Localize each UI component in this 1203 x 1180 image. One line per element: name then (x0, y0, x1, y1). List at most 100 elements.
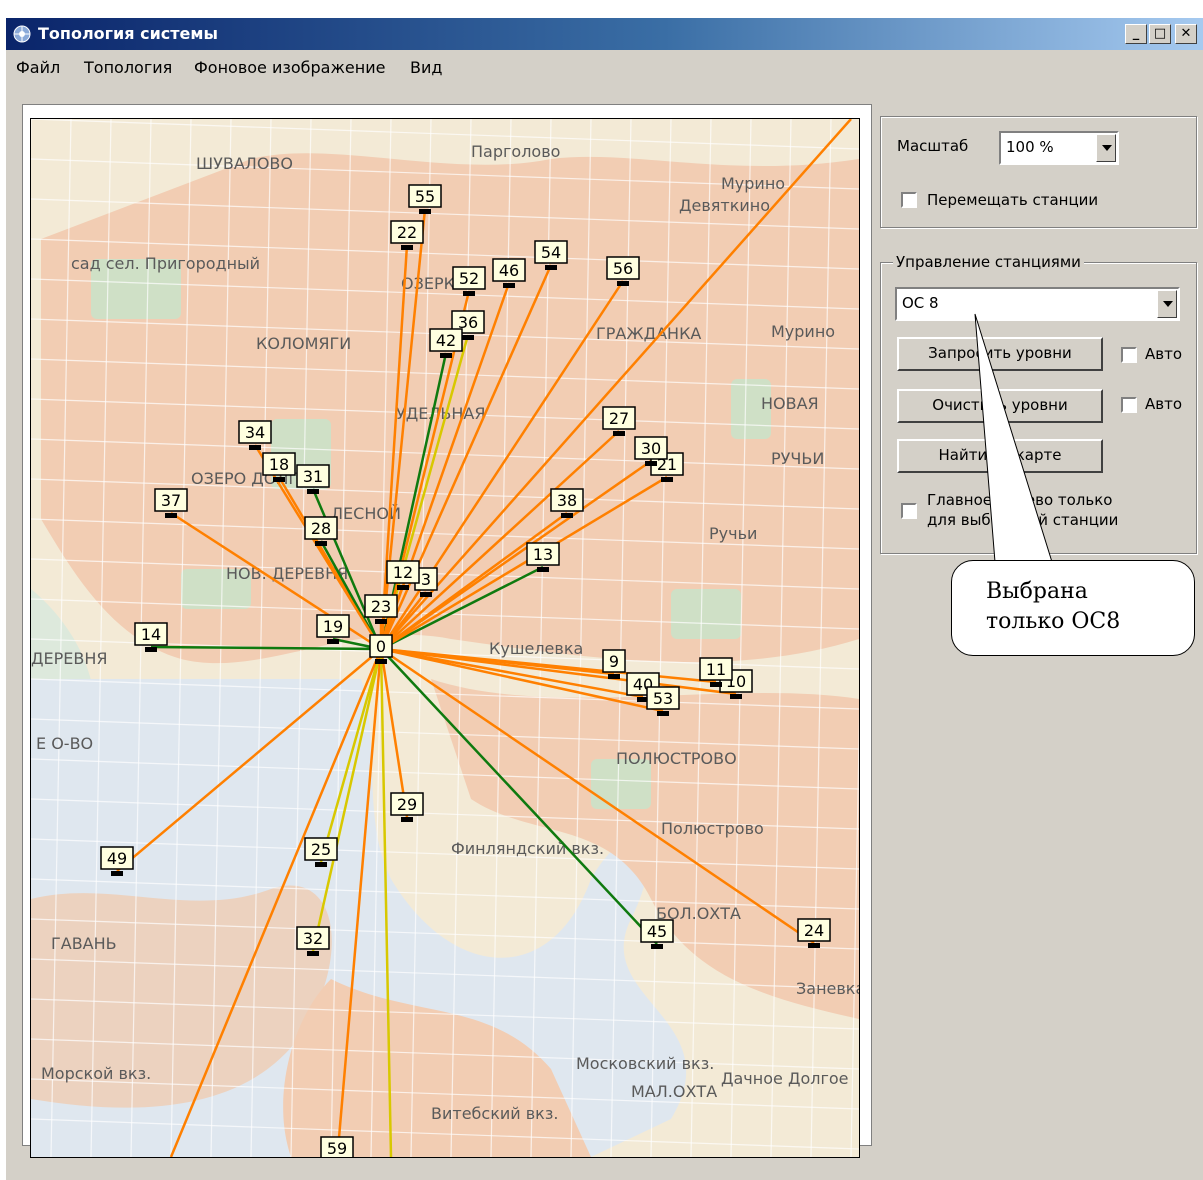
station-45-label: 45 (647, 922, 667, 941)
place-label: Ручьи (709, 524, 757, 543)
station-37-label: 37 (161, 491, 181, 510)
place-label: Финляндский вкз. (451, 839, 604, 858)
place-label: Кушелевка (489, 639, 583, 658)
station-46-label: 46 (499, 261, 519, 280)
station-37-icon (165, 513, 177, 518)
close-button[interactable]: ✕ (1175, 24, 1197, 44)
station-52-icon (463, 291, 475, 296)
station-24-icon (808, 943, 820, 948)
map-canvas[interactable]: ШУВАЛОВО Мурино Девяткино Парголово КОЛОМЯГИ… (31, 119, 859, 1157)
station-22-label: 22 (397, 223, 417, 242)
move-stations-checkbox[interactable] (901, 192, 917, 208)
scale-value: 100 % (1006, 138, 1054, 156)
station-11-icon (710, 682, 722, 687)
place-label: Полюстрово (661, 819, 764, 838)
place-label: РУЧЬИ (771, 449, 824, 468)
station-19-label: 19 (323, 617, 343, 636)
menu-file[interactable]: Файл (16, 58, 60, 77)
place-label: сад сел. Пригородный (71, 254, 260, 273)
auto-clear-label: Авто (1145, 395, 1183, 413)
station-29-icon (401, 817, 413, 822)
place-label: ГРАЖДАНКА (596, 324, 701, 343)
station-54-icon (545, 265, 557, 270)
station-29-label: 29 (397, 795, 417, 814)
menu-background-image[interactable]: Фоновое изображение (194, 58, 385, 77)
callout-note: Выбрана только ОС8 (951, 560, 1195, 656)
place-label: Заневка (796, 979, 859, 998)
station-22-icon (401, 245, 413, 250)
park-area (671, 589, 741, 639)
station-49-label: 49 (107, 849, 127, 868)
topology-map[interactable]: ШУВАЛОВО Мурино Девяткино Парголово КОЛОМЯГИ… (30, 118, 860, 1158)
place-label: КОЛОМЯГИ (256, 334, 351, 353)
station-52-label: 52 (459, 269, 479, 288)
move-stations-label: Перемещать станции (927, 191, 1099, 209)
station-25-label: 25 (311, 840, 331, 859)
place-label: МАЛ.ОХТА (631, 1082, 717, 1101)
place-label: НОВАЯ (761, 394, 819, 413)
place-label: Девяткино (679, 196, 770, 215)
title-bar[interactable]: Топология системы _ □ ✕ (6, 18, 1203, 50)
scale-select[interactable]: 100 % (999, 131, 1119, 165)
station-56-label: 56 (613, 259, 633, 278)
auto-request-checkbox[interactable] (1121, 347, 1137, 363)
station-12-icon (397, 585, 409, 590)
place-label: Е О-ВО (36, 734, 93, 753)
station-36-icon (462, 335, 474, 340)
auto-request-label: Авто (1145, 345, 1183, 363)
minimize-button[interactable]: _ (1125, 24, 1147, 44)
station-53-icon (657, 711, 669, 716)
menu-view[interactable]: Вид (410, 58, 442, 77)
station-13-label: 13 (533, 545, 553, 564)
station-12-label: 12 (393, 563, 413, 582)
main-tree-checkbox[interactable] (901, 503, 917, 519)
station-14-label: 14 (141, 625, 161, 644)
station-54-label: 54 (541, 243, 561, 262)
station-11-label: 11 (706, 660, 726, 679)
station-38-label: 38 (557, 491, 577, 510)
station-24-label: 24 (804, 921, 824, 940)
callout-pointer (974, 313, 1053, 563)
place-label: Мурино (721, 174, 785, 193)
scale-panel: Масштаб 100 % Перемещать станции (880, 116, 1197, 228)
station-25-icon (315, 862, 327, 867)
maximize-button[interactable]: □ (1149, 24, 1171, 44)
place-label: Морской вкз. (41, 1064, 151, 1083)
station-49-icon (111, 871, 123, 876)
callout-line2: только ОС8 (986, 609, 1121, 634)
station-23-icon (375, 619, 387, 624)
station-55-label: 55 (415, 187, 435, 206)
station-30-icon (645, 461, 657, 466)
station-27-icon (613, 431, 625, 436)
chevron-down-icon[interactable] (1157, 290, 1177, 318)
place-label: ШУВАЛОВО (196, 154, 293, 173)
station-9-icon (608, 674, 620, 679)
station-53-label: 53 (653, 689, 673, 708)
station-9-label: 9 (609, 652, 619, 671)
place-label: Витебский вкз. (431, 1104, 558, 1123)
menu-topology[interactable]: Топология (84, 58, 172, 77)
scale-label: Масштаб (897, 137, 969, 155)
station-18-icon (273, 477, 285, 482)
station-23-label: 23 (371, 597, 391, 616)
group-title: Управление станциями (893, 253, 1084, 271)
chevron-down-icon[interactable] (1096, 134, 1116, 162)
station-42-label: 42 (436, 331, 456, 350)
station-34-icon (249, 445, 261, 450)
station-3-icon (420, 592, 432, 597)
station-10-icon (730, 694, 742, 699)
place-label: ДЕРЕВНЯ (31, 649, 108, 668)
station-55-icon (419, 209, 431, 214)
station-32-icon (307, 951, 319, 956)
place-label: ПОЛЮСТРОВО (616, 749, 737, 768)
station-45-icon (651, 944, 663, 949)
station-31-label: 31 (303, 467, 323, 486)
place-label: ГАВАНЬ (51, 934, 117, 953)
station-13-icon (537, 567, 549, 572)
station-32-label: 32 (303, 929, 323, 948)
window-title: Топология системы (38, 24, 218, 43)
place-label: Дачное Долгое (721, 1069, 849, 1088)
station-31-icon (307, 489, 319, 494)
auto-clear-checkbox[interactable] (1121, 397, 1137, 413)
station-27-label: 27 (609, 409, 629, 428)
